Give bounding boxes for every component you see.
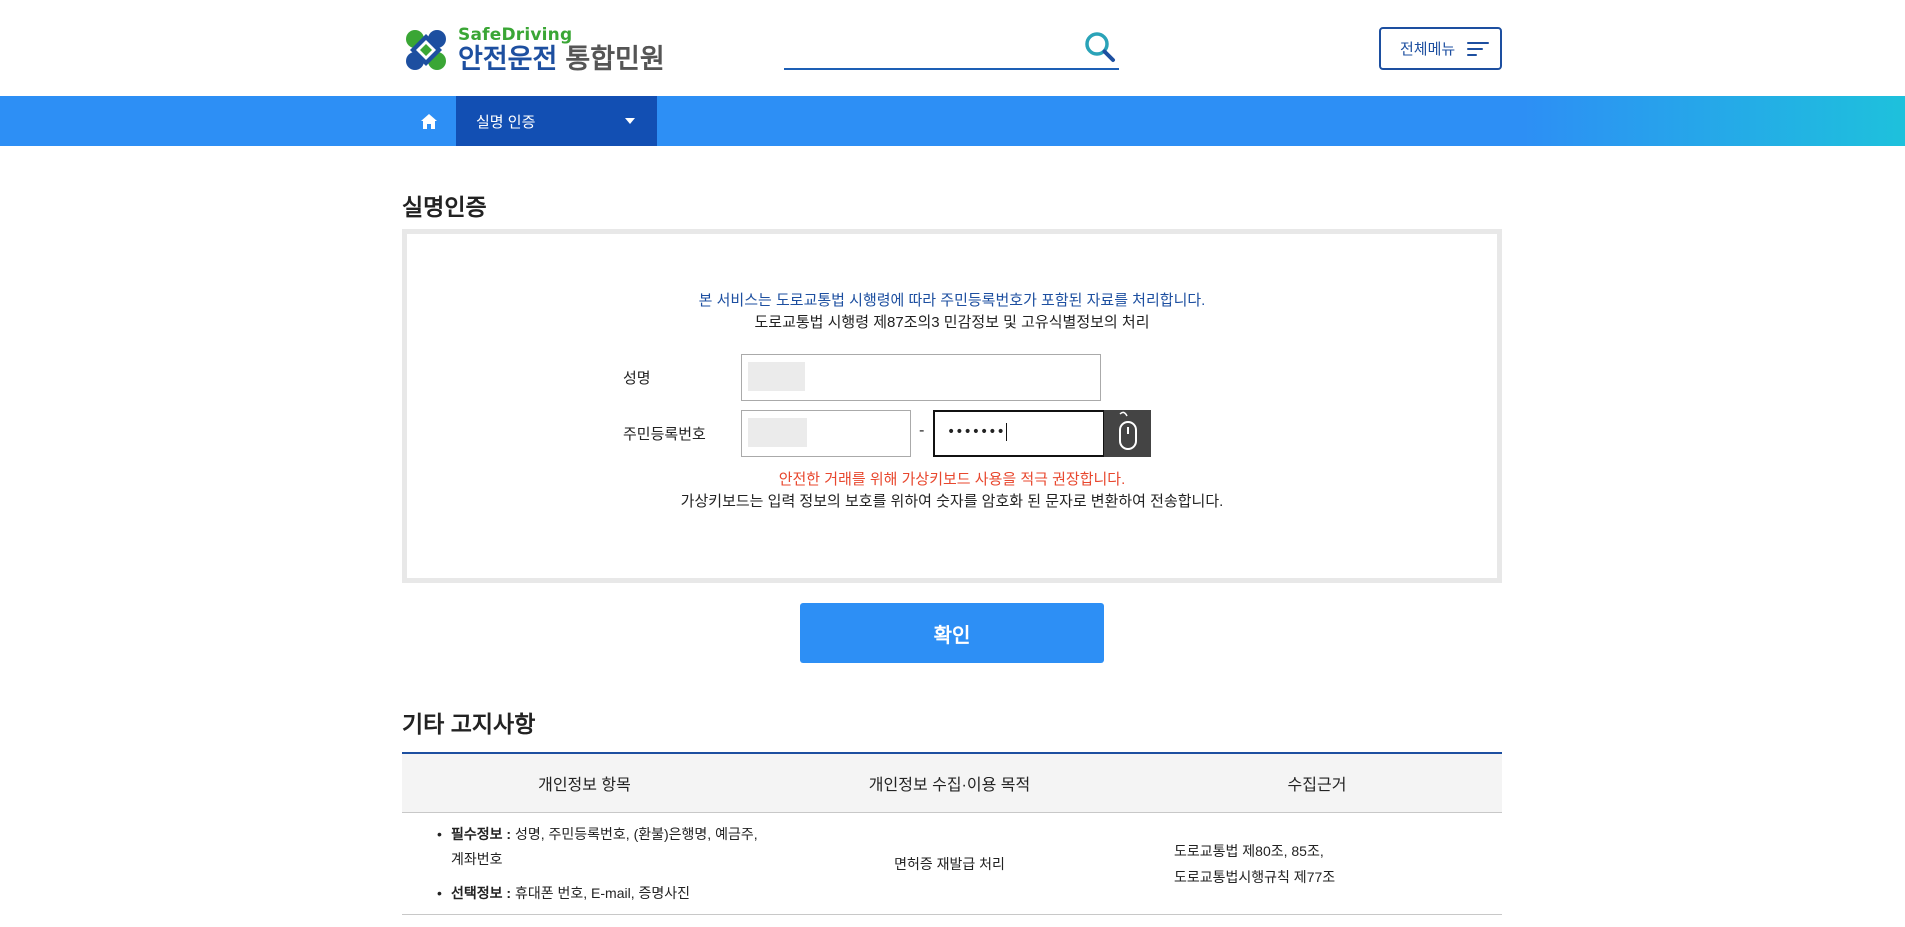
all-menu-button[interactable]: 전체메뉴 xyxy=(1379,27,1502,70)
breadcrumb-dropdown[interactable]: 실명 인증 xyxy=(456,96,657,146)
search-icon[interactable] xyxy=(1083,30,1117,64)
logo-title-a: 안전운전 xyxy=(458,44,558,75)
table-header-cell: 수집근거 xyxy=(1287,777,1347,794)
masked-value xyxy=(748,362,805,391)
breadcrumb-current: 실명 인증 xyxy=(476,113,536,131)
site-logo[interactable]: SafeDriving 안전운전 통합민원 xyxy=(402,24,665,76)
privacy-table: 개인정보 항목 개인정보 수집·이용 목적 수집근거 필수정보 : 성명, 주민… xyxy=(402,752,1502,915)
location-bar: 실명 인증 xyxy=(0,96,1905,146)
legal-basis-cell: 도로교통법 제80조, 85조, 도로교통법시행규칙 제77조 xyxy=(1174,842,1336,885)
chevron-down-icon xyxy=(625,118,635,124)
search-bar[interactable] xyxy=(784,28,1119,70)
rrn-front-input[interactable] xyxy=(741,410,911,457)
vkbd-recommendation: 안전한 거래를 위해 가상키보드 사용을 적극 권장합니다. xyxy=(778,471,1126,488)
legal-notice: 본 서비스는 도로교통법 시행령에 따라 주민등록번호가 포함된 자료를 처리합… xyxy=(698,292,1206,309)
rrn-label: 주민등록번호 xyxy=(623,426,706,443)
masked-value xyxy=(748,418,807,447)
home-icon xyxy=(421,113,437,129)
hamburger-icon xyxy=(1467,40,1490,58)
all-menu-label: 전체메뉴 xyxy=(1400,41,1456,58)
mouse-icon xyxy=(1119,411,1137,450)
table-header-cell: 개인정보 항목 xyxy=(538,777,631,794)
table-row: 필수정보 : 성명, 주민등록번호, (환불)은행명, 예금주, 계좌번호 선택… xyxy=(402,813,1502,915)
table-header-cell: 개인정보 수집·이용 목적 xyxy=(868,777,1031,794)
vkbd-description: 가상키보드는 입력 정보의 보호를 위하여 숫자를 암호화 된 문자로 변환하여… xyxy=(680,493,1224,510)
real-name-auth-form: 본 서비스는 도로교통법 시행령에 따라 주민등록번호가 포함된 자료를 처리합… xyxy=(402,229,1502,583)
rrn-back-input[interactable]: ••••••• xyxy=(933,410,1105,457)
name-input[interactable] xyxy=(741,354,1101,401)
list-item: 필수정보 : 성명, 주민등록번호, (환불)은행명, 예금주, 계좌번호 xyxy=(437,822,767,872)
password-mask: ••••••• xyxy=(947,423,1007,441)
virtual-keyboard-button[interactable] xyxy=(1104,410,1151,457)
name-label: 성명 xyxy=(623,370,651,387)
list-item: 선택정보 : 휴대폰 번호, E-mail, 증명사진 xyxy=(437,881,767,906)
logo-subtitle: SafeDriving xyxy=(458,25,573,45)
privacy-items-cell: 필수정보 : 성명, 주민등록번호, (환불)은행명, 예금주, 계좌번호 선택… xyxy=(402,813,767,914)
confirm-button[interactable]: 확인 xyxy=(800,603,1104,663)
table-header: 개인정보 항목 개인정보 수집·이용 목적 수집근거 xyxy=(402,752,1502,813)
home-button[interactable] xyxy=(402,96,456,146)
site-header: SafeDriving 안전운전 통합민원 전체메뉴 xyxy=(0,0,1905,96)
page-title: 실명인증 xyxy=(402,194,487,220)
rrn-separator: - xyxy=(919,421,925,439)
legal-basis: 도로교통법 시행령 제87조의3 민감정보 및 고유식별정보의 처리 xyxy=(754,314,1150,331)
logo-title-b: 통합민원 xyxy=(565,44,665,75)
logo-mark-icon xyxy=(402,26,450,74)
other-notices-title: 기타 고지사항 xyxy=(402,711,536,737)
purpose-cell: 면허증 재발급 처리 xyxy=(894,855,1005,872)
